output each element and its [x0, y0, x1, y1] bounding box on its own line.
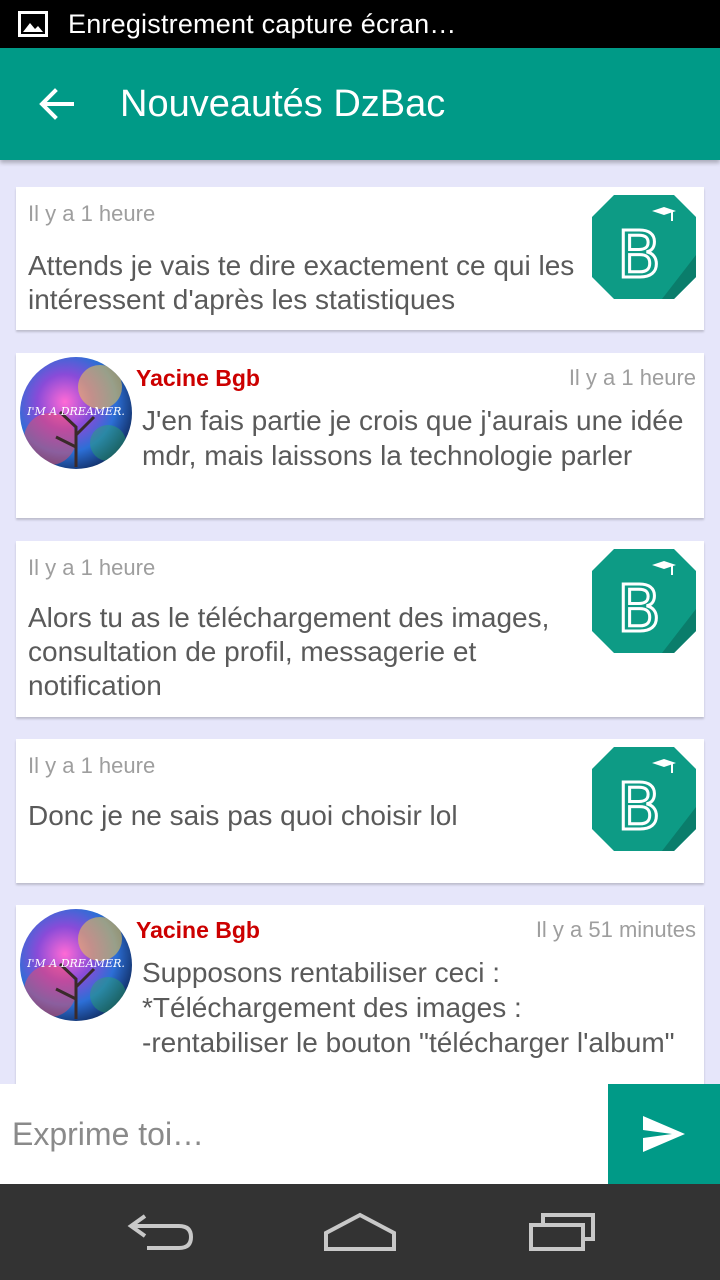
message-text: J'en fais partie je crois que j'aurais u… [142, 405, 684, 471]
dzbac-logo: B [592, 549, 696, 653]
message-text: Alors tu as le téléchargement des images… [28, 602, 550, 701]
svg-text:B: B [617, 573, 661, 647]
nav-recents-button[interactable] [522, 1208, 602, 1256]
message-card: I'M A DREAMER. Yacine Bgb Il y a 51 minu… [16, 905, 704, 1084]
message-time: Il y a 51 minutes [535, 917, 696, 942]
svg-text:B: B [617, 771, 661, 845]
composer-bar [0, 1084, 720, 1184]
message-text: Supposons rentabiliser ceci : *Télécharg… [142, 957, 675, 1058]
message-card: Il y a 1 heure Alors tu as le télécharge… [16, 541, 704, 717]
nav-home-button[interactable] [320, 1208, 400, 1256]
dzbac-logo: B [592, 195, 696, 299]
message-time: Il y a 1 heure [568, 365, 696, 390]
app-bar: Nouveautés DzBac [0, 48, 720, 160]
back-button[interactable] [36, 84, 76, 124]
message-feed[interactable]: Il y a 1 heure Attends je vais te dire e… [0, 160, 720, 1084]
notification-text: Enregistrement capture écran… [68, 8, 457, 39]
message-time: Il y a 1 heure [28, 201, 156, 226]
avatar-text: I'M A DREAMER. [26, 957, 125, 970]
home-icon [324, 1212, 396, 1251]
message-time: Il y a 1 heure [28, 753, 156, 778]
svg-text:B: B [617, 219, 661, 293]
arrow-left-icon [39, 88, 74, 120]
recents-icon [529, 1213, 595, 1251]
author-name[interactable]: Yacine Bgb [136, 917, 260, 944]
message-card: Il y a 1 heure Attends je vais te dire e… [16, 187, 704, 330]
message-card: I'M A DREAMER. Yacine Bgb Il y a 1 heure… [16, 353, 704, 518]
message-input[interactable] [0, 1084, 608, 1184]
send-button[interactable] [608, 1084, 720, 1184]
page-title: Nouveautés DzBac [120, 82, 446, 125]
dzbac-logo: B [592, 747, 696, 851]
system-nav-bar [0, 1184, 720, 1280]
message-text: Attends je vais te dire exactement ce qu… [28, 250, 575, 315]
message-card: Il y a 1 heure Donc je ne sais pas quoi … [16, 739, 704, 883]
avatar[interactable]: I'M A DREAMER. [20, 909, 132, 1021]
image-icon [18, 11, 48, 37]
message-text: Donc je ne sais pas quoi choisir lol [28, 800, 458, 831]
avatar-text: I'M A DREAMER. [26, 405, 125, 418]
back-icon [127, 1214, 194, 1250]
send-icon [643, 1116, 685, 1152]
author-name[interactable]: Yacine Bgb [136, 365, 260, 392]
message-time: Il y a 1 heure [28, 555, 156, 580]
status-bar: Enregistrement capture écran… [0, 0, 720, 48]
avatar-image: I'M A DREAMER. [20, 357, 132, 469]
nav-back-button[interactable] [120, 1208, 200, 1256]
avatar[interactable]: I'M A DREAMER. [20, 357, 132, 469]
avatar-image: I'M A DREAMER. [20, 909, 132, 1021]
